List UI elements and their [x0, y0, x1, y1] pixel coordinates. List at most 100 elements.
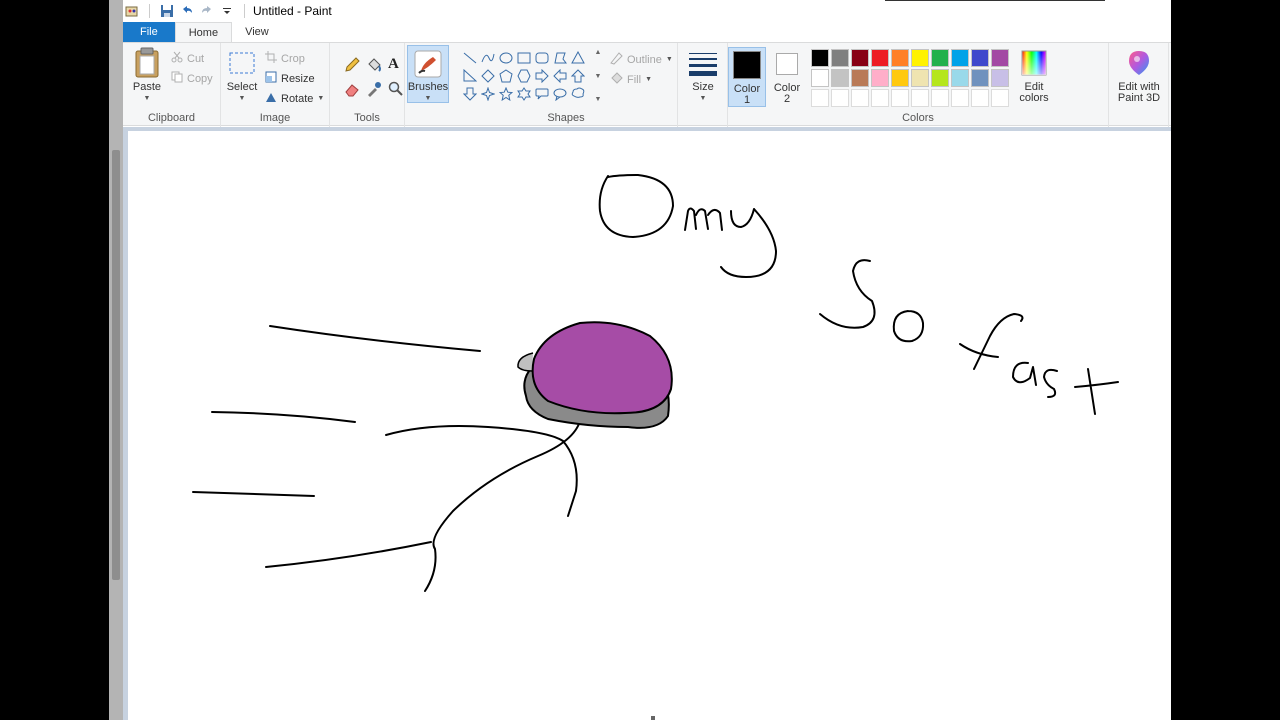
rounded-callout-shape-icon[interactable]	[533, 85, 551, 103]
left-scrollbar[interactable]	[109, 0, 123, 720]
color2-swatch	[776, 53, 798, 75]
palette-swatch[interactable]	[931, 49, 949, 67]
paint3d-label-2: Paint 3D	[1117, 92, 1161, 104]
hexagon-shape-icon[interactable]	[515, 67, 533, 85]
copy-button[interactable]: Copy	[171, 71, 213, 86]
text-tool-icon[interactable]: A	[388, 56, 399, 73]
color2-button[interactable]: Color 2	[768, 47, 806, 107]
scroll-down-icon[interactable]: ▼	[595, 73, 602, 80]
palette-swatch[interactable]	[831, 69, 849, 87]
drawing-canvas[interactable]	[128, 131, 1171, 720]
cloud-callout-shape-icon[interactable]	[569, 85, 587, 103]
select-button[interactable]: Select ▼	[227, 47, 257, 104]
pencil-icon[interactable]	[344, 57, 360, 76]
polygon-shape-icon[interactable]	[551, 49, 569, 67]
up-arrow-shape-icon[interactable]	[569, 67, 587, 85]
rounded-rectangle-shape-icon[interactable]	[533, 49, 551, 67]
palette-swatch[interactable]	[991, 49, 1009, 67]
edit-colors-button[interactable]: Edit colors	[1016, 47, 1052, 104]
shapes-scroll[interactable]: ▲ ▼ ▼	[593, 49, 603, 103]
size-group: Size ▼	[678, 43, 728, 127]
rectangle-shape-icon[interactable]	[515, 49, 533, 67]
diamond-shape-icon[interactable]	[479, 67, 497, 85]
oval-shape-icon[interactable]	[497, 49, 515, 67]
paste-button[interactable]: Paste ▼	[131, 47, 163, 104]
five-point-star-shape-icon[interactable]	[497, 85, 515, 103]
color1-button[interactable]: Color 1	[728, 47, 766, 107]
custom-color-slot[interactable]	[951, 89, 969, 107]
brushes-group: Brushes ▼	[405, 43, 455, 127]
brushes-button[interactable]: Brushes ▼	[407, 45, 449, 103]
fill-bucket-icon[interactable]	[366, 57, 382, 76]
tab-file[interactable]: File	[123, 22, 175, 42]
custom-color-slot[interactable]	[811, 89, 829, 107]
six-point-star-shape-icon[interactable]	[515, 85, 533, 103]
fill-button[interactable]: Fill ▼	[609, 71, 652, 88]
resize-button[interactable]: Resize	[265, 71, 315, 86]
crop-button[interactable]: Crop	[265, 51, 305, 66]
color-picker-icon[interactable]	[366, 81, 382, 100]
custom-color-slot[interactable]	[911, 89, 929, 107]
magnifier-icon[interactable]	[388, 81, 404, 100]
palette-swatch[interactable]	[971, 69, 989, 87]
oval-callout-shape-icon[interactable]	[551, 85, 569, 103]
shapes-group-label: Shapes	[547, 112, 585, 124]
tab-home[interactable]: Home	[174, 22, 233, 42]
tab-view[interactable]: View	[232, 22, 282, 42]
customize-dropdown-icon[interactable]	[220, 4, 234, 18]
eraser-icon[interactable]	[344, 81, 360, 100]
canvas-resize-handle[interactable]	[651, 716, 655, 720]
palette-swatch[interactable]	[991, 69, 1009, 87]
palette-swatch[interactable]	[971, 49, 989, 67]
rotate-label: Rotate	[281, 92, 314, 105]
palette-swatch[interactable]	[951, 49, 969, 67]
left-arrow-shape-icon[interactable]	[551, 67, 569, 85]
cut-button[interactable]: Cut	[171, 51, 204, 66]
outline-button[interactable]: Outline ▼	[609, 51, 673, 68]
palette-swatch[interactable]	[891, 49, 909, 67]
four-point-star-shape-icon[interactable]	[479, 85, 497, 103]
palette-swatch[interactable]	[831, 49, 849, 67]
custom-color-slot[interactable]	[931, 89, 949, 107]
curve-shape-icon[interactable]	[479, 49, 497, 67]
purple-blob	[531, 321, 673, 415]
pentagon-shape-icon[interactable]	[497, 67, 515, 85]
palette-swatch[interactable]	[871, 49, 889, 67]
custom-color-slot[interactable]	[851, 89, 869, 107]
right-arrow-shape-icon[interactable]	[533, 67, 551, 85]
down-arrow-shape-icon[interactable]	[461, 85, 479, 103]
palette-swatch[interactable]	[851, 69, 869, 87]
palette-swatch[interactable]	[851, 49, 869, 67]
palette-swatch[interactable]	[811, 49, 829, 67]
line-shape-icon[interactable]	[461, 49, 479, 67]
size-label: Size	[692, 81, 714, 93]
palette-swatch[interactable]	[911, 69, 929, 87]
size-button[interactable]: Size ▼	[686, 47, 720, 104]
save-icon[interactable]	[160, 4, 174, 18]
undo-icon[interactable]	[180, 4, 194, 18]
paint-app-icon[interactable]	[125, 4, 139, 18]
title-bar-decoration	[885, 0, 1105, 1]
palette-swatch[interactable]	[931, 69, 949, 87]
scroll-up-icon[interactable]: ▲	[595, 49, 602, 56]
palette-swatch[interactable]	[871, 69, 889, 87]
redo-icon[interactable]	[200, 4, 214, 18]
custom-color-slot[interactable]	[831, 89, 849, 107]
expand-gallery-icon[interactable]: ▼	[595, 96, 602, 103]
palette-swatch[interactable]	[911, 49, 929, 67]
scrollbar-thumb[interactable]	[112, 150, 120, 580]
edit-with-paint3d-button[interactable]: Edit with Paint 3D	[1111, 47, 1167, 104]
triangle-shape-icon[interactable]	[569, 49, 587, 67]
paint3d-group: Edit with Paint 3D	[1109, 43, 1169, 127]
custom-color-slot[interactable]	[891, 89, 909, 107]
rotate-button[interactable]: Rotate ▼	[265, 91, 324, 106]
custom-color-slot[interactable]	[871, 89, 889, 107]
palette-swatch[interactable]	[891, 69, 909, 87]
right-triangle-shape-icon[interactable]	[461, 67, 479, 85]
custom-color-slot[interactable]	[991, 89, 1009, 107]
palette-swatch[interactable]	[951, 69, 969, 87]
color1-number: 1	[743, 94, 751, 106]
palette-swatch[interactable]	[811, 69, 829, 87]
custom-color-slot[interactable]	[971, 89, 989, 107]
copy-label: Copy	[187, 72, 213, 85]
